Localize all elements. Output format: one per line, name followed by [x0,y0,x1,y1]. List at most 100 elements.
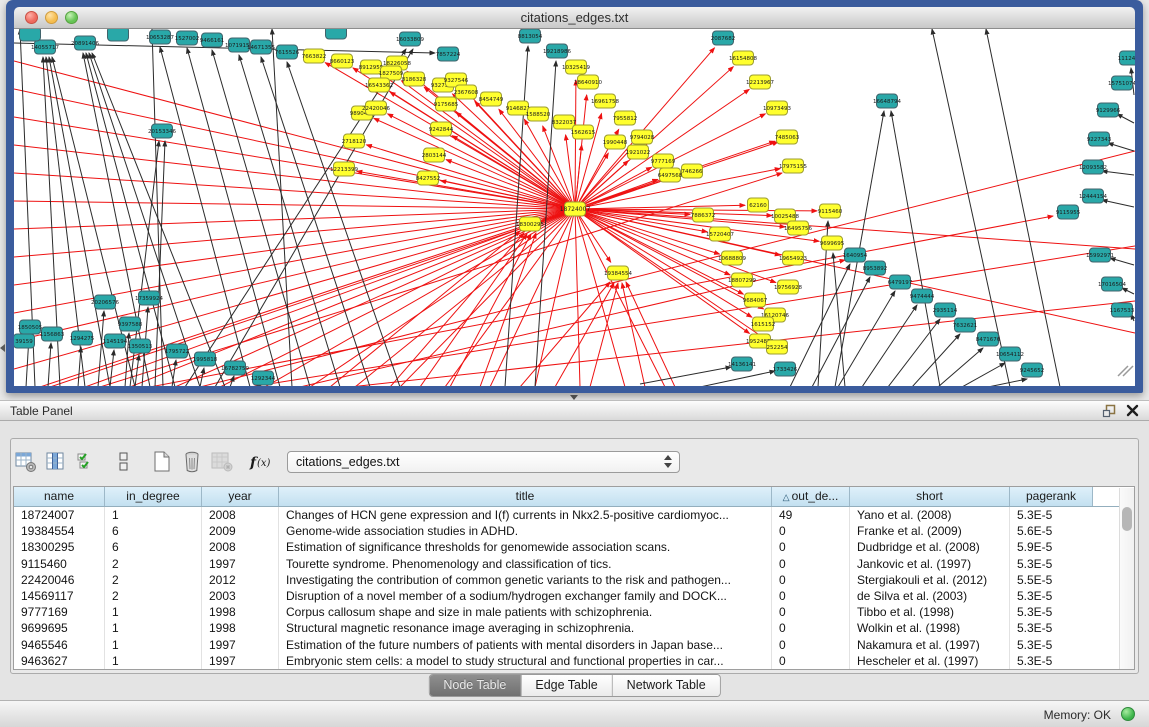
tab-edge-table[interactable]: Edge Table [521,675,612,696]
memory-ok-indicator[interactable] [1121,707,1135,721]
graph-node[interactable]: 10653287 [146,30,174,44]
delete-columns-icon[interactable] [180,450,204,474]
graph-node[interactable]: 7663822 [302,49,327,63]
graph-node[interactable]: 14055717 [31,40,59,54]
create-column-icon[interactable] [150,450,174,474]
graph-node[interactable]: 12093582 [1079,160,1107,174]
graph-node[interactable]: 7857224 [436,47,461,61]
graph-node[interactable]: 16495756 [784,221,812,235]
graph-node[interactable]: 7485063 [775,130,800,144]
graph-node[interactable]: 9699695 [820,236,845,250]
graph-node[interactable]: 1921022 [626,145,651,159]
graph-node[interactable]: 8454749 [479,92,504,106]
delete-table-icon[interactable] [210,450,234,474]
graph-node[interactable]: 10325419 [562,60,590,74]
graph-node[interactable]: 20153346 [148,124,176,138]
graph-node[interactable]: 7632621 [953,318,978,332]
graph-node[interactable]: 10654112 [996,347,1024,361]
column-header-out_de[interactable]: △out_de... [772,487,850,506]
graph-node[interactable]: 10973493 [763,101,791,115]
tab-network-table[interactable]: Network Table [613,675,720,696]
graph-node[interactable]: 8427552 [416,171,441,185]
graph-node[interactable]: 15751074 [1108,76,1135,90]
float-panel-icon[interactable] [1102,404,1117,418]
graph-node[interactable]: 1588520 [526,107,551,121]
graph-node[interactable]: 16033809 [396,32,424,46]
graph-node[interactable]: 7886372 [691,208,716,222]
graph-node[interactable]: 9242844 [429,122,454,136]
graph-node[interactable]: 1167533 [1110,303,1135,317]
graph-node[interactable]: 9227343 [1087,132,1112,146]
graph-node[interactable]: 15720407 [706,227,734,241]
graph-node[interactable]: 6497568 [658,168,683,182]
table-row[interactable]: 1938455462009Genome-wide association stu… [14,523,1134,539]
vertical-scrollbar[interactable] [1119,488,1135,669]
graph-node[interactable]: 17359924 [135,291,163,305]
graph-node[interactable]: 1112444 [1118,51,1135,65]
graph-node[interactable]: 9115460 [818,204,843,218]
graph-node[interactable]: 8186328 [402,72,427,86]
network-canvas[interactable]: 1872400786601238912955182260581827509818… [14,29,1135,386]
table-selector-dropdown[interactable]: citations_edges.txt [287,451,680,473]
graph-node[interactable] [20,29,41,41]
graph-node[interactable]: 252254 [767,340,788,354]
graph-node[interactable]: 9245652 [1020,363,1045,377]
table-row[interactable]: 977716911998Corpus callosum shape and si… [14,604,1134,620]
graph-node[interactable]: 7955812 [613,111,638,125]
graph-node[interactable]: 8813054 [518,29,543,43]
graph-node[interactable]: 16154808 [729,51,757,65]
graph-node[interactable]: 17016504 [1098,277,1126,291]
graph-node[interactable]: 9684067 [743,293,768,307]
graph-node[interactable]: 2935114 [933,303,958,317]
table-row[interactable]: 911546021997Tourette syndrome. Phenomeno… [14,556,1134,572]
graph-node[interactable]: 6479197 [888,275,913,289]
graph-node[interactable]: 14671355 [247,40,275,54]
table-row[interactable]: 946554611997Estimation of the future num… [14,637,1134,653]
graph-node[interactable]: 18724007 [560,202,591,216]
graph-node[interactable]: 16543362 [365,78,393,92]
graph-node[interactable]: 1527002 [175,31,200,45]
graph-node[interactable]: 20206576 [91,295,119,309]
graph-node[interactable]: 12213399 [330,162,358,176]
graph-node[interactable]: 22420046 [362,101,390,115]
graph-node[interactable]: 19384554 [604,266,632,280]
show-column-icon[interactable] [44,450,68,474]
graph-node[interactable]: 1795722 [165,344,190,358]
graph-node[interactable]: 1350513 [128,339,153,353]
graph-node[interactable]: 16961758 [591,94,619,108]
graph-node[interactable]: 9466161 [200,33,225,47]
graph-node[interactable]: 39159 [14,334,35,348]
graph-node[interactable]: 9794028 [630,130,655,144]
column-header-name[interactable]: name [14,487,105,506]
table-options-icon[interactable] [14,450,38,474]
column-header-year[interactable]: year [202,487,279,506]
graph-node[interactable]: 18640910 [574,75,602,89]
table-row[interactable]: 969969511998Structural magnetic resonanc… [14,620,1134,636]
graph-node[interactable]: 8660123 [330,54,355,68]
graph-node[interactable]: 16648794 [873,94,901,108]
graph-node[interactable]: 9777169 [651,154,676,168]
graph-node[interactable]: 1990448 [603,135,628,149]
scrollbar-thumb[interactable] [1122,507,1132,531]
graph-node[interactable]: 19756928 [774,280,802,294]
graph-node[interactable]: 18300295 [516,217,544,231]
graph-node[interactable]: 9474444 [910,289,935,303]
graph-node[interactable]: 1145194 [103,334,128,348]
graph-node[interactable]: 8953892 [863,261,888,275]
graph-node[interactable]: 16782759 [221,361,249,375]
graph-node[interactable]: 746266 [682,164,703,178]
graph-node[interactable]: 9115955 [1056,205,1081,219]
close-panel-icon[interactable] [1126,404,1139,417]
graph-node[interactable]: 2803144 [422,148,447,162]
graph-node[interactable]: 20891406 [71,36,99,50]
window-titlebar[interactable]: citations_edges.txt [14,7,1135,29]
table-row[interactable]: 1872400712008Changes of HCN gene express… [14,507,1134,523]
graph-node[interactable]: 12213967 [746,75,774,89]
table-row[interactable]: 1830029562008Estimation of significance … [14,539,1134,555]
graph-node[interactable]: 10688809 [718,251,746,265]
table-row[interactable]: 2242004622012Investigating the contribut… [14,572,1134,588]
graph-node[interactable]: 2087682 [711,31,736,45]
graph-node[interactable]: 18807299 [728,273,756,287]
graph-node[interactable]: 19654923 [779,251,807,265]
function-builder-icon[interactable]: f (x) [248,450,280,474]
